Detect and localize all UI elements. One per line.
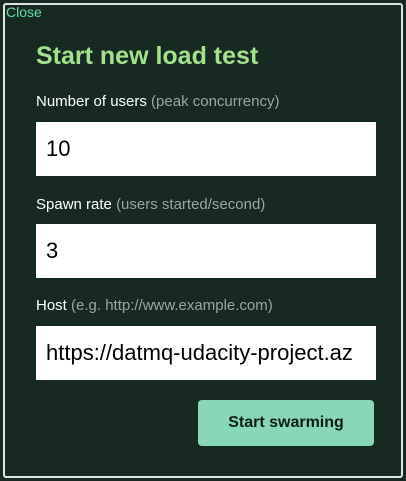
spawn-rate-label-hint: (users started/second) (116, 196, 266, 213)
host-input[interactable] (36, 326, 376, 380)
spawn-rate-field-label: Spawn rate (users started/second) (36, 195, 265, 215)
users-label-hint: (peak concurrency) (151, 93, 280, 110)
spawn-rate-label-text: Spawn rate (36, 196, 112, 213)
host-label-hint: (e.g. http://www.example.com) (71, 297, 273, 314)
close-link[interactable]: Close (6, 4, 42, 20)
host-label-text: Host (36, 297, 67, 314)
dialog-title: Start new load test (36, 42, 259, 70)
spawn-rate-input[interactable] (36, 224, 376, 278)
start-load-test-dialog: Close Start new load test Number of user… (0, 0, 406, 481)
users-label-text: Number of users (36, 93, 147, 110)
host-field-label: Host (e.g. http://www.example.com) (36, 296, 273, 316)
users-field-label: Number of users (peak concurrency) (36, 92, 279, 112)
users-input[interactable] (36, 122, 376, 176)
start-swarming-button[interactable]: Start swarming (198, 400, 374, 446)
